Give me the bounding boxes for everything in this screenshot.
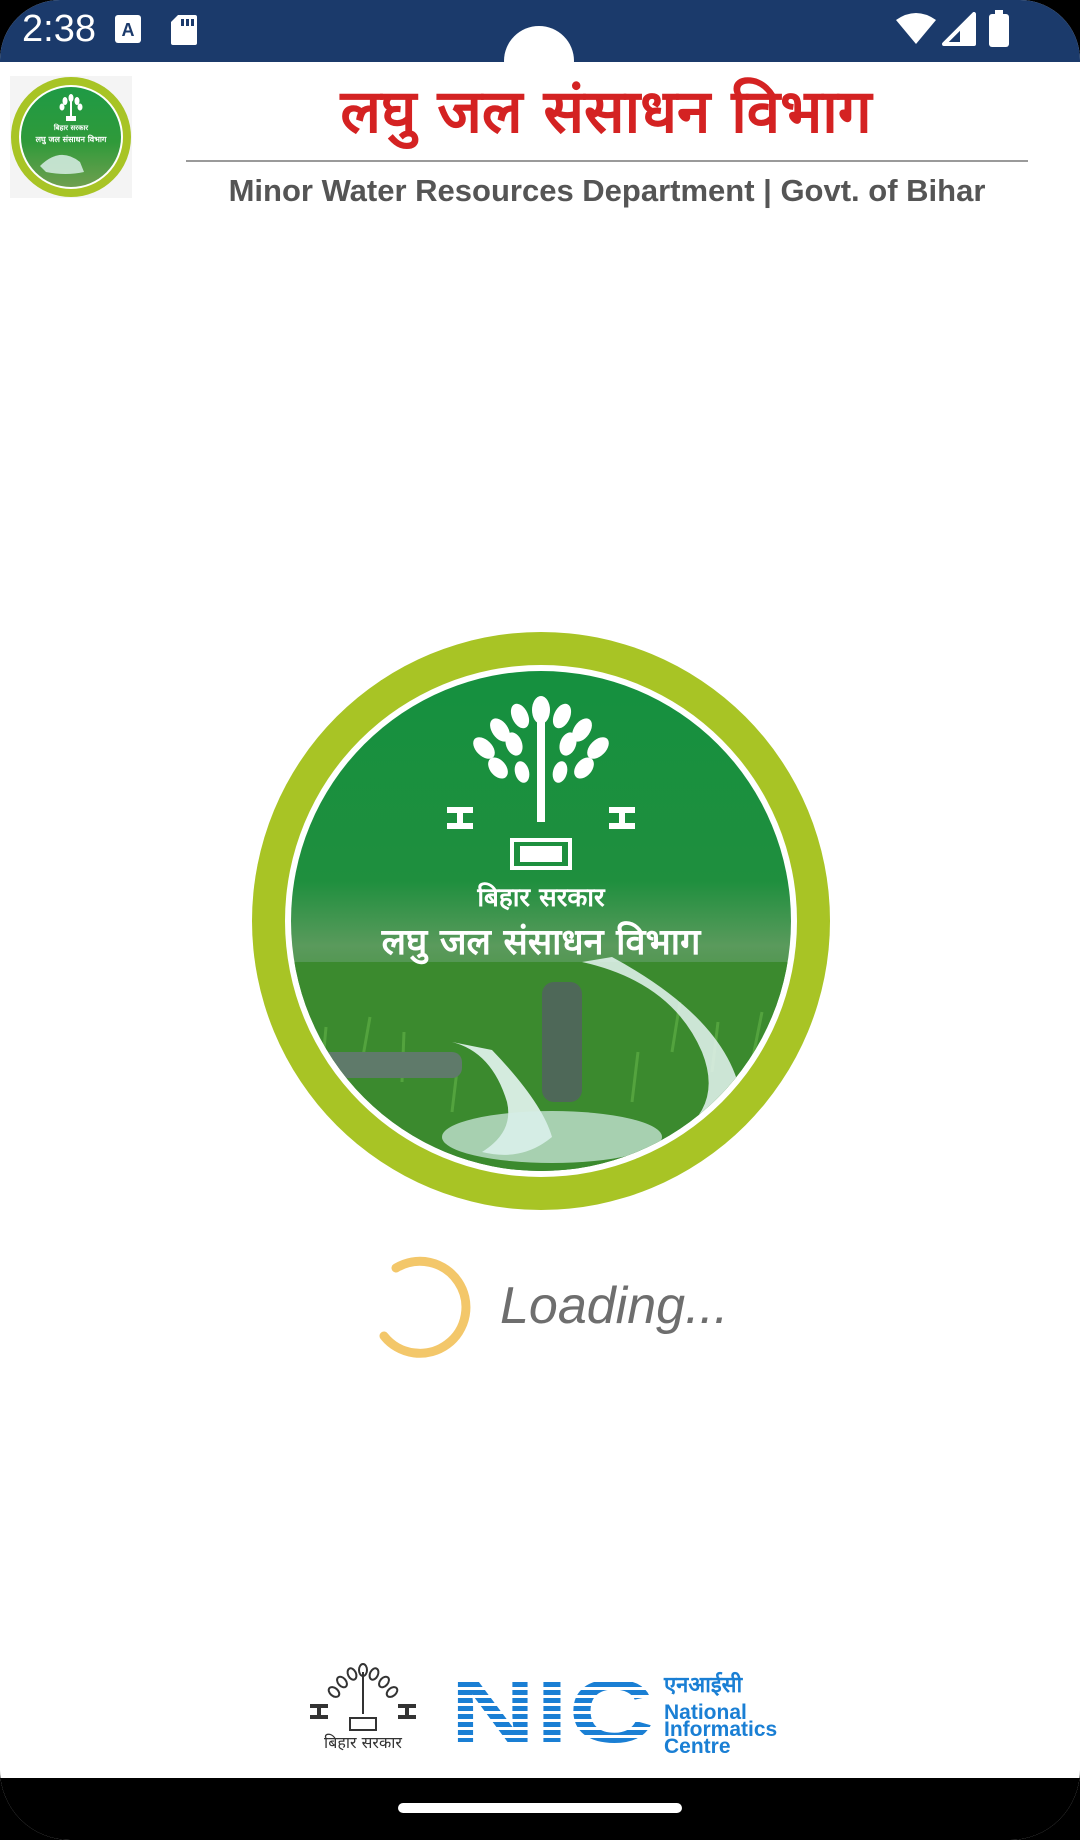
header-logo: बिहार सरकार लघु जल संसाधन विभाग bbox=[10, 76, 132, 198]
page-subtitle-english: Minor Water Resources Department | Govt.… bbox=[228, 173, 986, 208]
battery-icon bbox=[988, 10, 1010, 52]
signal-icon bbox=[942, 12, 976, 50]
svg-text:A: A bbox=[122, 20, 135, 40]
nic-hindi-text: एनआईसी bbox=[664, 1673, 743, 1698]
nic-english-text: National Informatics Centre bbox=[664, 1702, 814, 1757]
wifi-icon bbox=[896, 12, 936, 50]
bihar-logo-text: बिहार सरकार bbox=[324, 1733, 402, 1752]
a-notification-icon: A bbox=[114, 14, 142, 48]
app-screen: 2:38 A बिहार सरकार लघु जल संसाधन विभाग ल… bbox=[0, 0, 1080, 1840]
bihar-govt-logo: बिहार सरकार bbox=[292, 1662, 434, 1752]
header-divider bbox=[186, 160, 1028, 162]
status-time: 2:38 bbox=[22, 8, 96, 50]
header-logo-top-text: बिहार सरकार bbox=[53, 123, 89, 132]
loading-text: Loading... bbox=[500, 1277, 729, 1335]
header-logo-main-text: लघु जल संसाधन विभाग bbox=[35, 134, 107, 145]
home-gesture-handle[interactable] bbox=[398, 1803, 682, 1813]
nic-logo-letters: NIC bbox=[450, 1674, 654, 1750]
sd-card-icon bbox=[170, 14, 198, 50]
loading-spinner bbox=[372, 1250, 472, 1360]
emblem-top-text: बिहार सरकार bbox=[476, 882, 606, 913]
emblem-main-text: लघु जल संसाधन विभाग bbox=[381, 921, 702, 965]
department-emblem: बिहार सरकार लघु जल संसाधन विभाग bbox=[252, 632, 830, 1210]
page-title-hindi: लघु जल संसाधन विभाग bbox=[340, 77, 872, 147]
